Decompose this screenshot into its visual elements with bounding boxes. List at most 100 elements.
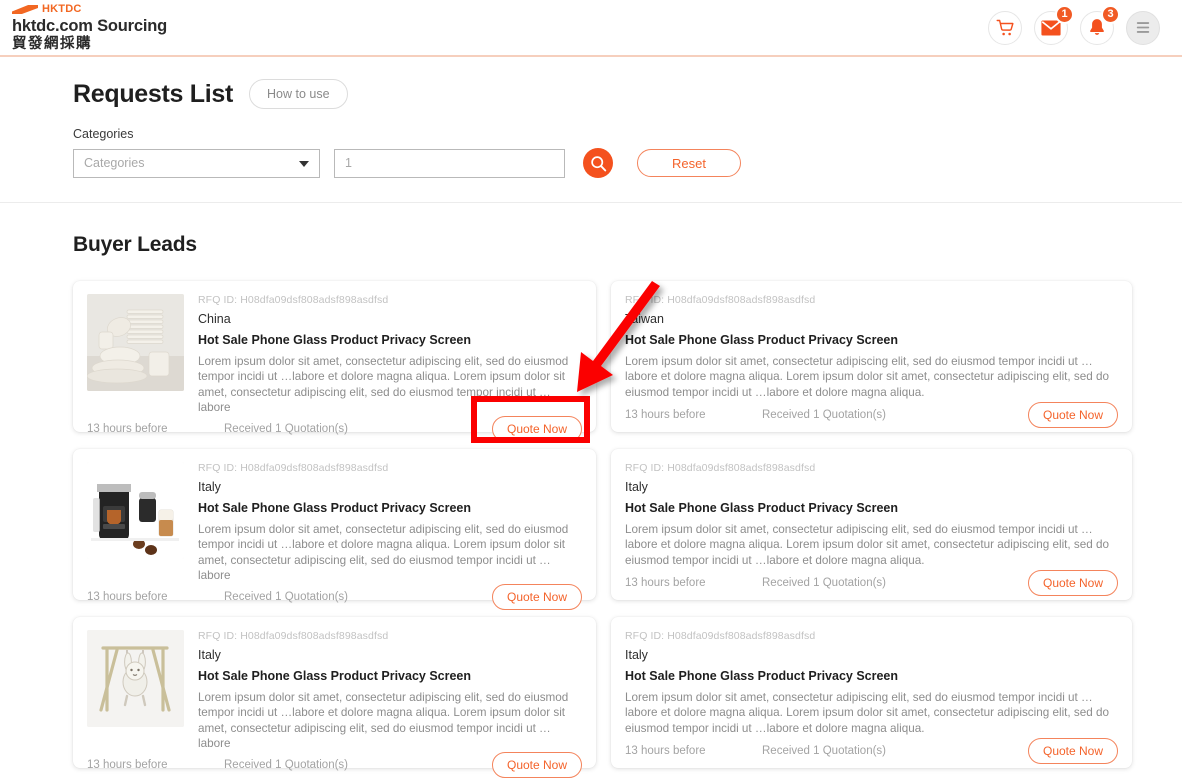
- lead-country: Italy: [625, 480, 648, 494]
- lead-title: Hot Sale Phone Glass Product Privacy Scr…: [198, 669, 472, 683]
- brand-logo-text: HKTDC: [42, 3, 82, 15]
- lead-quotation-count: Received 1 Quotation(s): [762, 409, 887, 422]
- lead-card[interactable]: RFQ ID: H08dfa09dsf808adsf898asdfsd Ital…: [611, 617, 1132, 768]
- lead-description: Lorem ipsum dolor sit amet, consectetur …: [198, 523, 569, 583]
- lead-card[interactable]: RFQ ID: H08dfa09dsf808adsf898asdfsd Taiw…: [611, 281, 1132, 432]
- hamburger-menu-icon: [1136, 22, 1150, 33]
- quote-now-button[interactable]: Quote Now: [492, 751, 582, 778]
- brand-title: hktdc.com Sourcing: [12, 17, 168, 35]
- lead-country: Italy: [625, 648, 648, 662]
- lead-card-text: RFQ ID: H08dfa09dsf808adsf898asdfsd Ital…: [198, 630, 582, 752]
- quote-now-button[interactable]: Quote Now: [492, 583, 582, 610]
- lead-time: 13 hours before: [625, 577, 706, 590]
- lead-card-body: RFQ ID: H08dfa09dsf808adsf898asdfsd Ital…: [625, 630, 1118, 736]
- brand-subtitle: 貿發網採購: [12, 35, 92, 52]
- buyer-leads-section: Buyer Leads RFQ ID: H08dfa09dsf808adsf89…: [0, 203, 1182, 778]
- reset-button[interactable]: Reset: [637, 149, 741, 177]
- lead-title: Hot Sale Phone Glass Product Privacy Scr…: [625, 669, 899, 683]
- lead-card-footer: 13 hours before Received 1 Quotation(s) …: [625, 736, 1118, 768]
- lead-country: China: [198, 312, 231, 326]
- lead-thumbnail-coffee-machine: [87, 462, 184, 559]
- messages-button[interactable]: 1: [1034, 4, 1074, 45]
- header-actions: 1 3: [988, 4, 1160, 45]
- coffee-machine-photo: [87, 462, 184, 559]
- filter-section: Requests List How to use Categories Cate…: [0, 57, 1182, 203]
- lead-country: Italy: [198, 480, 221, 494]
- lead-quotation-count: Received 1 Quotation(s): [762, 577, 887, 590]
- lead-card-text: RFQ ID: H08dfa09dsf808adsf898asdfsd Ital…: [198, 462, 582, 584]
- lead-card[interactable]: RFQ ID: H08dfa09dsf808adsf898asdfsd Ital…: [73, 449, 596, 610]
- lead-time: 13 hours before: [625, 745, 706, 758]
- lead-card-footer: 13 hours before Received 1 Quotation(s) …: [87, 583, 582, 612]
- lead-card-footer: 13 hours before Received 1 Quotation(s) …: [87, 751, 582, 780]
- notifications-button[interactable]: 3: [1080, 4, 1120, 45]
- rfq-id: RFQ ID: H08dfa09dsf808adsf898asdfsd: [198, 630, 389, 642]
- lead-card-body: RFQ ID: H08dfa09dsf808adsf898asdfsd Taiw…: [625, 294, 1118, 400]
- lead-country: Italy: [198, 648, 221, 662]
- messages-badge: 1: [1055, 4, 1074, 24]
- lead-description: Lorem ipsum dolor sit amet, consectetur …: [625, 691, 1109, 735]
- page-title: Requests List: [73, 79, 234, 108]
- lead-card-text: RFQ ID: H08dfa09dsf808adsf898asdfsd Ital…: [625, 630, 1118, 736]
- site-header: HKTDC hktdc.com Sourcing 貿發網採購 1 3: [0, 0, 1182, 57]
- lead-quotation-count: Received 1 Quotation(s): [224, 590, 349, 603]
- lead-time: 13 hours before: [87, 758, 168, 771]
- lead-title: Hot Sale Phone Glass Product Privacy Scr…: [625, 501, 899, 515]
- lead-card[interactable]: RFQ ID: H08dfa09dsf808adsf898asdfsd Ital…: [611, 449, 1132, 600]
- rfq-id: RFQ ID: H08dfa09dsf808adsf898asdfsd: [198, 462, 389, 474]
- categories-select-value: Categories: [84, 156, 145, 170]
- lead-description: Lorem ipsum dolor sit amet, consectetur …: [625, 355, 1109, 399]
- lead-quotation-count: Received 1 Quotation(s): [224, 422, 349, 435]
- lead-country: Taiwan: [625, 312, 664, 326]
- page-title-row: Requests List How to use: [73, 79, 1182, 109]
- keyword-search-input[interactable]: [334, 148, 565, 178]
- cart-button[interactable]: [988, 10, 1022, 45]
- lead-card-body: RFQ ID: H08dfa09dsf808adsf898asdfsd Chin…: [87, 294, 582, 416]
- lead-time: 13 hours before: [625, 409, 706, 422]
- lead-title: Hot Sale Phone Glass Product Privacy Scr…: [198, 501, 472, 515]
- how-to-use-button[interactable]: How to use: [249, 79, 348, 109]
- lead-quotation-count: Received 1 Quotation(s): [224, 758, 349, 771]
- lead-thumbnail-baby-swing: [87, 630, 184, 727]
- lead-card[interactable]: RFQ ID: H08dfa09dsf808adsf898asdfsd Ital…: [73, 617, 596, 778]
- hktdc-swoosh-icon: [12, 5, 38, 14]
- lead-quotation-count: Received 1 Quotation(s): [762, 745, 887, 758]
- notifications-badge: 3: [1101, 4, 1120, 24]
- lead-description: Lorem ipsum dolor sit amet, consectetur …: [198, 355, 569, 415]
- quote-now-button[interactable]: Quote Now: [492, 415, 582, 442]
- cart-icon: [996, 19, 1014, 35]
- buyer-leads-grid: RFQ ID: H08dfa09dsf808adsf898asdfsd Chin…: [73, 281, 1182, 778]
- dinnerware-set-photo: [87, 294, 184, 391]
- lead-card-text: RFQ ID: H08dfa09dsf808adsf898asdfsd Taiw…: [625, 294, 1118, 400]
- lead-time: 13 hours before: [87, 590, 168, 603]
- lead-card-footer: 13 hours before Received 1 Quotation(s) …: [625, 568, 1118, 600]
- rfq-id: RFQ ID: H08dfa09dsf808adsf898asdfsd: [198, 294, 389, 306]
- lead-card-text: RFQ ID: H08dfa09dsf808adsf898asdfsd Chin…: [198, 294, 582, 416]
- lead-card[interactable]: RFQ ID: H08dfa09dsf808adsf898asdfsd Chin…: [73, 281, 596, 442]
- rfq-id: RFQ ID: H08dfa09dsf808adsf898asdfsd: [625, 462, 816, 474]
- rfq-id: RFQ ID: H08dfa09dsf808adsf898asdfsd: [625, 630, 816, 642]
- lead-title: Hot Sale Phone Glass Product Privacy Scr…: [625, 333, 899, 347]
- buyer-leads-title: Buyer Leads: [73, 233, 197, 256]
- quote-now-button[interactable]: Quote Now: [1028, 738, 1118, 765]
- baby-swing-photo: [87, 630, 184, 727]
- lead-title: Hot Sale Phone Glass Product Privacy Scr…: [198, 333, 472, 347]
- filter-controls-row: Categories Reset: [73, 148, 1182, 178]
- categories-select[interactable]: Categories: [73, 148, 320, 178]
- quote-now-button[interactable]: Quote Now: [1028, 402, 1118, 429]
- lead-card-body: RFQ ID: H08dfa09dsf808adsf898asdfsd Ital…: [87, 630, 582, 752]
- lead-description: Lorem ipsum dolor sit amet, consectetur …: [198, 691, 569, 751]
- quote-now-button[interactable]: Quote Now: [1028, 570, 1118, 597]
- brand-logo[interactable]: HKTDC hktdc.com Sourcing 貿發網採購: [12, 4, 167, 51]
- rfq-id: RFQ ID: H08dfa09dsf808adsf898asdfsd: [625, 294, 816, 306]
- search-icon: [590, 155, 606, 171]
- lead-time: 13 hours before: [87, 422, 168, 435]
- search-button[interactable]: [583, 148, 613, 178]
- brand-logo-row: HKTDC: [12, 4, 167, 15]
- lead-card-footer: 13 hours before Received 1 Quotation(s) …: [625, 400, 1118, 432]
- lead-card-body: RFQ ID: H08dfa09dsf808adsf898asdfsd Ital…: [87, 462, 582, 584]
- categories-label: Categories: [73, 127, 134, 141]
- hamburger-menu-button[interactable]: [1126, 10, 1160, 45]
- lead-description: Lorem ipsum dolor sit amet, consectetur …: [625, 523, 1109, 567]
- chevron-down-icon: [299, 161, 309, 167]
